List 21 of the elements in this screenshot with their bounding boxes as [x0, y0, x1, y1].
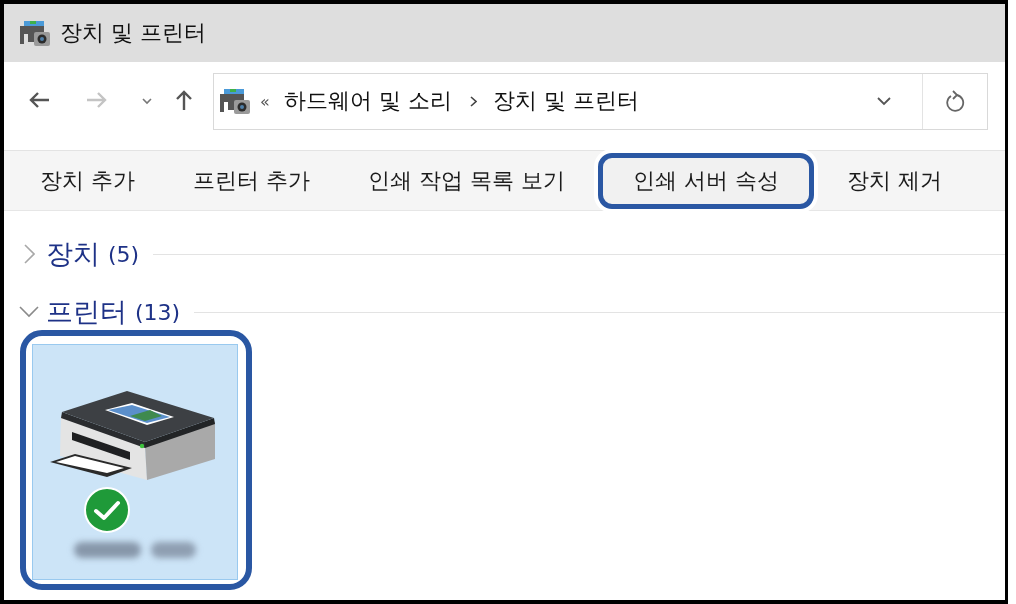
printer-tile[interactable]	[32, 344, 238, 580]
overflow-mark[interactable]: «	[260, 91, 270, 111]
printer-camera-icon	[20, 20, 50, 46]
breadcrumb[interactable]: 장치 및 프린터	[492, 86, 639, 116]
printer-camera-icon	[220, 88, 250, 114]
group-title[interactable]: 장치	[46, 236, 100, 272]
window-title: 장치 및 프린터	[60, 19, 206, 47]
toolbar-button[interactable]: 장치 추가	[11, 152, 164, 209]
group-count: (13)	[135, 299, 181, 325]
address-bar[interactable]: « 하드웨어 및 소리 장치 및 프린터	[213, 72, 988, 130]
refresh-icon[interactable]	[945, 90, 965, 112]
chevron-down-icon[interactable]	[19, 306, 39, 318]
toolbar-button[interactable]: 장치 제거	[818, 152, 971, 209]
group-title[interactable]: 프린터	[46, 294, 127, 330]
chevron-down-icon	[142, 97, 152, 105]
toolbar-button[interactable]: 프린터 추가	[164, 152, 339, 209]
chevron-right-icon[interactable]	[469, 95, 477, 107]
chevron-down-icon[interactable]	[877, 96, 891, 106]
breadcrumb[interactable]: 하드웨어 및 소리	[283, 86, 452, 116]
group-count: (5)	[108, 241, 140, 267]
toolbar-button[interactable]: 인쇄 작업 목록 보기	[339, 152, 594, 209]
